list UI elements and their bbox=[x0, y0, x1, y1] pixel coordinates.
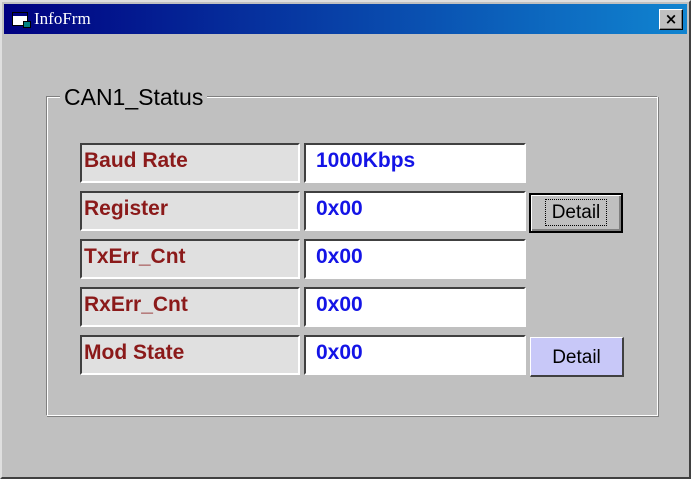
groupbox-label: CAN1_Status bbox=[60, 84, 208, 111]
rxerr-cnt-value: 0x00 bbox=[304, 287, 526, 327]
mod-state-label: Mod State bbox=[80, 335, 300, 375]
register-value: 0x00 bbox=[304, 191, 526, 231]
rxerr-cnt-label: RxErr_Cnt bbox=[80, 287, 300, 327]
baud-rate-value: 1000Kbps bbox=[304, 143, 526, 183]
window-app-icon[interactable] bbox=[12, 12, 31, 28]
txerr-cnt-value: 0x00 bbox=[304, 239, 526, 279]
register-detail-button[interactable]: Detail bbox=[529, 193, 623, 233]
title-bar[interactable]: InfoFrm × bbox=[4, 4, 687, 34]
mod-state-detail-button[interactable]: Detail bbox=[530, 337, 624, 377]
mod-state-value: 0x00 bbox=[304, 335, 526, 375]
close-button[interactable]: × bbox=[659, 9, 683, 30]
txerr-cnt-label: TxErr_Cnt bbox=[80, 239, 300, 279]
window-title: InfoFrm bbox=[34, 9, 91, 28]
register-detail-button-label: Detail bbox=[544, 199, 608, 226]
baud-rate-label: Baud Rate bbox=[80, 143, 300, 183]
register-label: Register bbox=[80, 191, 300, 231]
